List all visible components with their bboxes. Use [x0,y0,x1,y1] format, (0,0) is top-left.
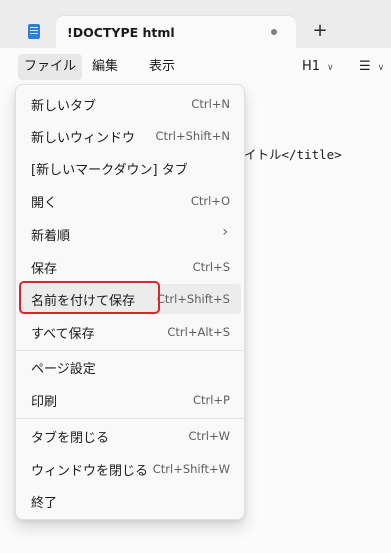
menu-item-exit[interactable]: 終了 [20,486,241,516]
menu-item-shortcut: Ctrl+Alt+S [167,325,230,339]
menu-item-recent[interactable]: 新着順 › [20,219,241,249]
menu-item-open[interactable]: 開く Ctrl+O [20,186,241,216]
menu-item-new-window[interactable]: 新しいウィンドウ Ctrl+Shift+N [20,121,241,151]
menu-item-close-tab[interactable]: タブを閉じる Ctrl+W [20,421,241,451]
new-tab-button[interactable]: + [309,19,331,43]
menu-item-save[interactable]: 保存 Ctrl+S [20,252,241,282]
chevron-down-icon: ∨ [327,63,334,73]
menu-view[interactable]: 表示 [143,54,181,80]
menu-item-label: 新しいタブ [31,99,97,114]
menu-item-label: すべて保存 [31,327,95,342]
chevron-right-icon: › [222,224,228,240]
menu-item-shortcut: Ctrl+S [192,260,230,274]
menu-file[interactable]: ファイル [18,54,83,80]
menu-item-shortcut: Ctrl+W [188,429,230,443]
menu-item-shortcut: Ctrl+P [192,393,230,407]
menu-item-label: 新着順 [31,229,71,244]
menu-item-close-window[interactable]: ウィンドウを閉じる Ctrl+Shift+W [20,454,241,484]
tab-document[interactable]: !DOCTYPE html [56,16,296,48]
chevron-down-icon: ∨ [377,63,385,73]
menu-item-new-tab[interactable]: 新しいタブ Ctrl+N [20,89,241,119]
list-dropdown[interactable]: ☰ ∨ [359,54,384,80]
heading-level: H1 [302,59,321,74]
menu-item-label: 保存 [31,262,58,277]
menu-item-label: [新しいマークダウン] タブ [31,163,188,178]
editor-text-line: イトル</title> [244,147,342,162]
menu-separator [16,350,244,351]
list-icon: ☰ [359,59,371,74]
menu-item-page-setup[interactable]: ページ設定 [20,352,241,382]
menu-item-print[interactable]: 印刷 Ctrl+P [20,385,241,415]
menu-item-label: タブを閉じる [31,431,110,446]
menu-item-shortcut: Ctrl+Shift+W [152,462,230,476]
title-bar: !DOCTYPE html + [0,0,391,48]
menu-separator [16,418,244,419]
highlight-annotation [19,281,160,314]
menu-item-label: 新しいウィンドウ [31,131,136,146]
menu-item-shortcut: Ctrl+N [191,97,230,111]
menu-item-new-markdown-tab[interactable]: [新しいマークダウン] タブ [20,153,241,183]
tab-title: !DOCTYPE html [67,25,175,40]
menu-item-label: 開く [31,196,58,211]
menu-bar: ファイル 編集 表示 H1 ∨ ☰ ∨ [0,48,391,84]
menu-item-label: ページ設定 [31,362,96,377]
menu-item-label: 終了 [31,496,58,511]
menu-item-label: 印刷 [31,395,58,410]
menu-item-shortcut: Ctrl+O [190,194,230,208]
unsaved-dot-icon[interactable] [271,29,277,35]
menu-item-shortcut: Ctrl+Shift+N [155,129,230,143]
notepad-icon [28,24,40,39]
menu-edit[interactable]: 編集 [86,54,124,80]
heading-dropdown[interactable]: H1 ∨ [302,54,334,80]
menu-item-label: ウィンドウを閉じる [31,464,149,479]
menu-item-save-all[interactable]: すべて保存 Ctrl+Alt+S [20,317,241,347]
menu-item-shortcut: Ctrl+Shift+S [156,292,230,306]
